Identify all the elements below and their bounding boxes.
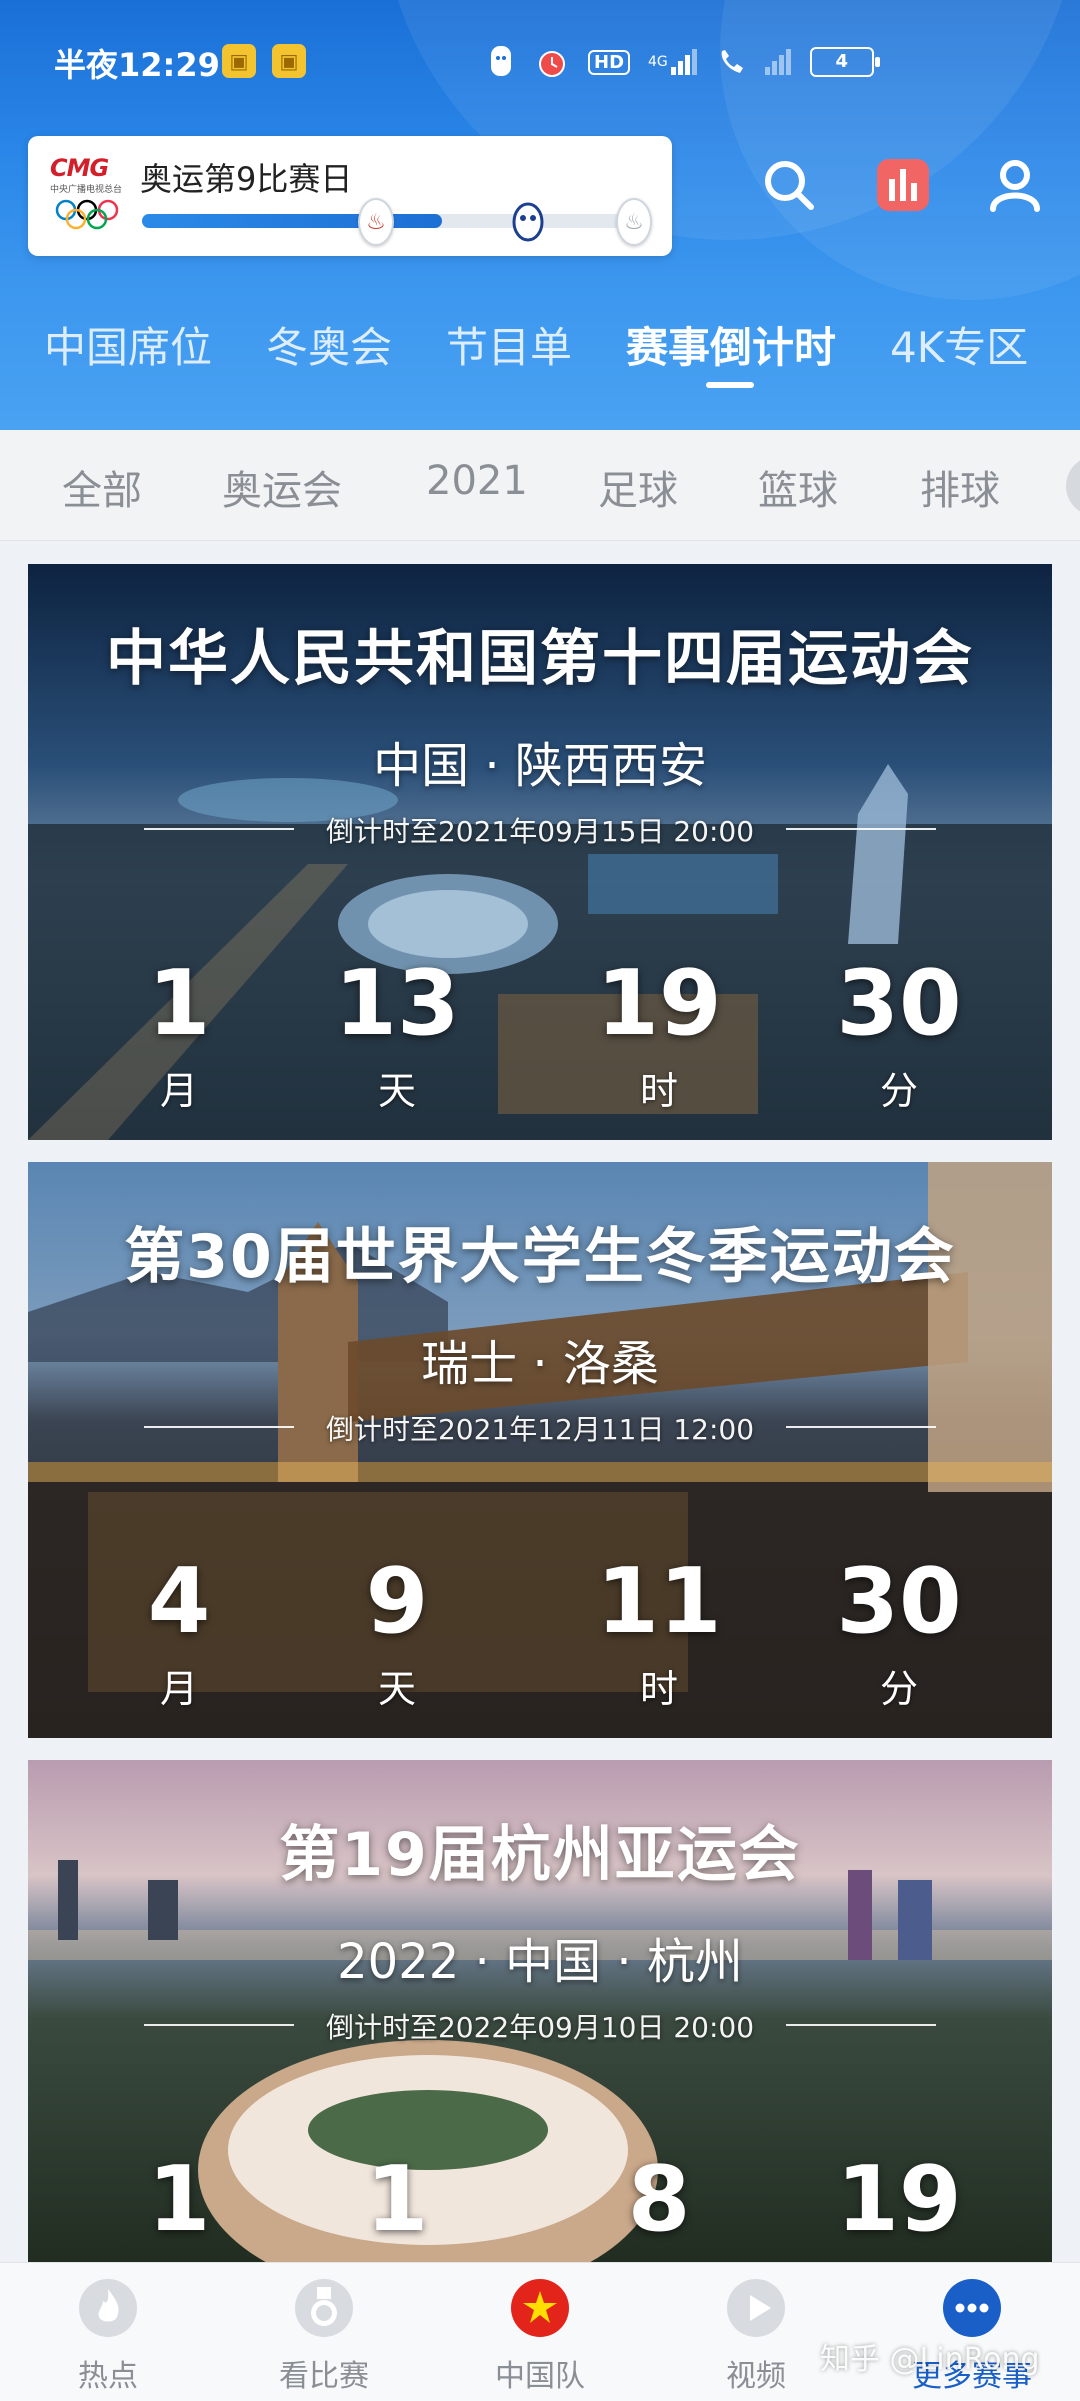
play-icon: [727, 2279, 785, 2337]
olympic-rings-icon: [55, 199, 119, 230]
cmg-logo: CMG 中央广播电视总台: [50, 154, 140, 240]
countdown-months: 1月: [147, 951, 211, 1114]
bottom-tab-bar: 热点 看比赛 中国队 视频 更多赛事: [0, 2262, 1080, 2401]
countdown-days: 1: [365, 2147, 429, 2252]
profile-button[interactable]: [980, 150, 1050, 220]
event-deadline: 倒计时至2021年09月15日 20:00: [325, 815, 755, 848]
countdown-hours: 8: [627, 2147, 691, 2252]
active-tab-indicator: [706, 382, 754, 388]
filter-more-button[interactable]: [1066, 456, 1080, 516]
tab-event-countdown[interactable]: 赛事倒计时: [626, 314, 836, 375]
event-card[interactable]: 中华人民共和国第十四届运动会 中国 · 陕西西安 倒计时至2021年09月15日…: [28, 564, 1052, 1140]
tab-winter-olympics[interactable]: 冬奥会: [266, 314, 392, 375]
filter-volleyball[interactable]: 排球: [920, 458, 1000, 516]
event-title: 中华人民共和国第十四届运动会: [106, 624, 974, 694]
filter-olympics[interactable]: 奥运会: [222, 458, 342, 516]
tab-china-team[interactable]: 中国队: [460, 2277, 620, 2395]
filter-basketball[interactable]: 篮球: [758, 458, 838, 516]
watermark: 知乎 @LinRong: [820, 2342, 1040, 2377]
tab-video[interactable]: 视频: [676, 2277, 836, 2395]
event-location: 瑞士 · 洛桑: [421, 1336, 659, 1392]
event-location: 中国 · 陕西西安: [373, 738, 707, 794]
event-title: 第19届杭州亚运会: [279, 1820, 801, 1890]
event-card[interactable]: 第19届杭州亚运会 2022 · 中国 · 杭州 倒计时至2022年09月10日…: [28, 1760, 1052, 2262]
search-icon: [765, 161, 814, 210]
olympic-day-card[interactable]: CMG 中央广播电视总台 奥运第9比赛日 ♨ ♨: [28, 136, 672, 256]
filter-2021[interactable]: 2021: [426, 458, 528, 504]
olympic-day-label: 奥运第9比赛日: [140, 160, 353, 198]
mascot-icon: [512, 202, 544, 242]
olympic-progress-fill: [142, 214, 442, 228]
stats-icon: [877, 159, 929, 211]
more-icon: [943, 2279, 1001, 2337]
status-bar: 半夜12:29 ▣ ▣ HD 4G 4: [0, 0, 1080, 120]
torch-icon: ♨: [358, 198, 394, 246]
battery-icon: 4: [809, 47, 880, 77]
call-icon: [716, 44, 746, 80]
tab-hot[interactable]: 热点: [28, 2277, 188, 2395]
countdown-minutes: 19: [836, 2147, 962, 2252]
hd-icon: HD: [588, 49, 631, 75]
countdown-months: 1: [147, 2147, 211, 2252]
signal-icon: 4G: [648, 44, 698, 80]
flame-icon: [79, 2279, 137, 2337]
tab-4k-zone[interactable]: 4K专区: [890, 314, 1028, 375]
filter-football[interactable]: 足球: [598, 458, 678, 516]
china-flag-icon: [511, 2279, 569, 2337]
notification-app-icon: ▣: [222, 44, 256, 78]
event-location: 2022 · 中国 · 杭州: [337, 1934, 743, 1990]
app-header: 半夜12:29 ▣ ▣ HD 4G 4 CMG 中央广播电视总台 奥运第9比赛日…: [0, 0, 1080, 430]
tab-china-seats[interactable]: 中国席位: [44, 314, 212, 375]
countdown-months: 4月: [147, 1549, 211, 1712]
profile-icon: [990, 160, 1040, 212]
event-card[interactable]: 第30届世界大学生冬季运动会 瑞士 · 洛桑 倒计时至2021年12月11日 1…: [28, 1162, 1052, 1738]
stats-button[interactable]: [868, 150, 938, 220]
status-time: 半夜12:29: [54, 46, 220, 84]
event-title: 第30届世界大学生冬季运动会: [124, 1222, 956, 1292]
top-nav: 中国席位 冬奥会 节目单 赛事倒计时 4K专区: [0, 300, 1080, 400]
torch-icon-end: ♨: [616, 198, 652, 246]
notification-app-icon: ▣: [272, 44, 306, 78]
event-deadline: 倒计时至2022年09月10日 20:00: [325, 2011, 755, 2044]
tab-schedule[interactable]: 节目单: [446, 314, 572, 375]
countdown-days: 13 天: [334, 951, 460, 1114]
mascot-notification-icon: [486, 44, 516, 80]
medal-icon: [295, 2279, 353, 2337]
search-button[interactable]: [754, 150, 824, 220]
countdown-hours: 19 时: [596, 951, 722, 1114]
countdown-minutes: 30 分: [836, 951, 962, 1114]
countdown-minutes: 30 分: [836, 1549, 962, 1712]
signal-icon-2: [764, 44, 792, 80]
tab-watch-games[interactable]: 看比赛: [244, 2277, 404, 2395]
countdown-hours: 11 时: [596, 1549, 722, 1712]
event-deadline: 倒计时至2021年12月11日 12:00: [325, 1413, 755, 1446]
alarm-icon: [534, 44, 570, 80]
countdown-days: 9天: [365, 1549, 429, 1712]
filter-all[interactable]: 全部: [62, 458, 142, 516]
category-filter-bar: 全部 奥运会 2021 足球 篮球 排球: [0, 430, 1080, 541]
